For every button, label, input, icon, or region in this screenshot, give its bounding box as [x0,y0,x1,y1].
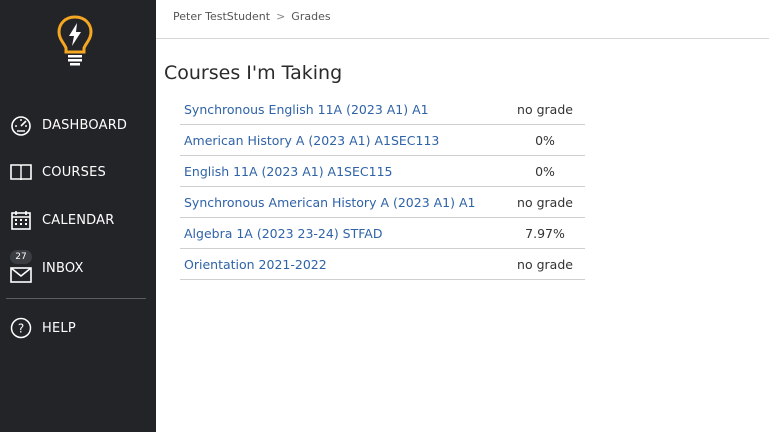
grade-value: no grade [505,186,585,218]
sidebar: DASHBOARD COURSES CALENDAR 27 INBOX ? HE… [0,0,156,432]
grade-value: no grade [505,248,585,280]
breadcrumb-separator: > [276,10,286,23]
breadcrumb: Peter TestStudent > Grades [173,10,331,23]
sidebar-divider [6,298,146,299]
sidebar-item-label: HELP [42,320,76,336]
sidebar-item-courses[interactable]: COURSES [0,152,156,192]
book-icon [9,160,33,184]
breadcrumb-user-link[interactable]: Peter TestStudent [173,10,270,23]
breadcrumb-current: Grades [291,10,331,23]
app-window: DASHBOARD COURSES CALENDAR 27 INBOX ? HE… [0,0,769,432]
dashboard-icon [9,113,33,137]
course-link[interactable]: English 11A (2023 A1) A1SEC115 [184,164,392,179]
table-row: Orientation 2021-2022 no grade [180,248,585,280]
grade-value: 0% [505,124,585,156]
sidebar-item-help[interactable]: ? HELP [0,308,156,348]
grade-value: 0% [505,155,585,187]
grade-value: 7.97% [505,217,585,249]
course-link[interactable]: Synchronous English 11A (2023 A1) A1 [184,102,429,117]
lightbulb-logo-icon[interactable] [56,14,94,68]
table-row: American History A (2023 A1) A1SEC113 0% [180,124,585,156]
help-icon: ? [9,316,33,340]
sidebar-item-label: COURSES [42,164,106,180]
grade-value: no grade [505,94,585,125]
mail-icon [9,262,33,286]
table-row: English 11A (2023 A1) A1SEC115 0% [180,155,585,187]
sidebar-item-label: CALENDAR [42,212,115,228]
table-row: Synchronous American History A (2023 A1)… [180,186,585,218]
course-link[interactable]: Orientation 2021-2022 [184,257,327,272]
course-link[interactable]: American History A (2023 A1) A1SEC113 [184,133,439,148]
course-link[interactable]: Synchronous American History A (2023 A1)… [184,195,476,210]
courses-grades-table: Synchronous English 11A (2023 A1) A1 no … [180,94,585,280]
sidebar-item-label: INBOX [42,261,84,276]
sidebar-item-dashboard[interactable]: DASHBOARD [0,105,156,145]
page-title: Courses I'm Taking [164,62,343,84]
table-row: Algebra 1A (2023 23-24) STFAD 7.97% [180,217,585,249]
sidebar-item-label: DASHBOARD [42,117,128,133]
sidebar-item-inbox[interactable]: 27 INBOX [0,250,156,290]
sidebar-item-calendar[interactable]: CALENDAR [0,200,156,240]
table-row: Synchronous English 11A (2023 A1) A1 no … [180,94,585,125]
top-bar: Peter TestStudent > Grades [156,0,769,39]
svg-text:?: ? [18,322,24,336]
calendar-icon [9,208,33,232]
course-link[interactable]: Algebra 1A (2023 23-24) STFAD [184,226,382,241]
